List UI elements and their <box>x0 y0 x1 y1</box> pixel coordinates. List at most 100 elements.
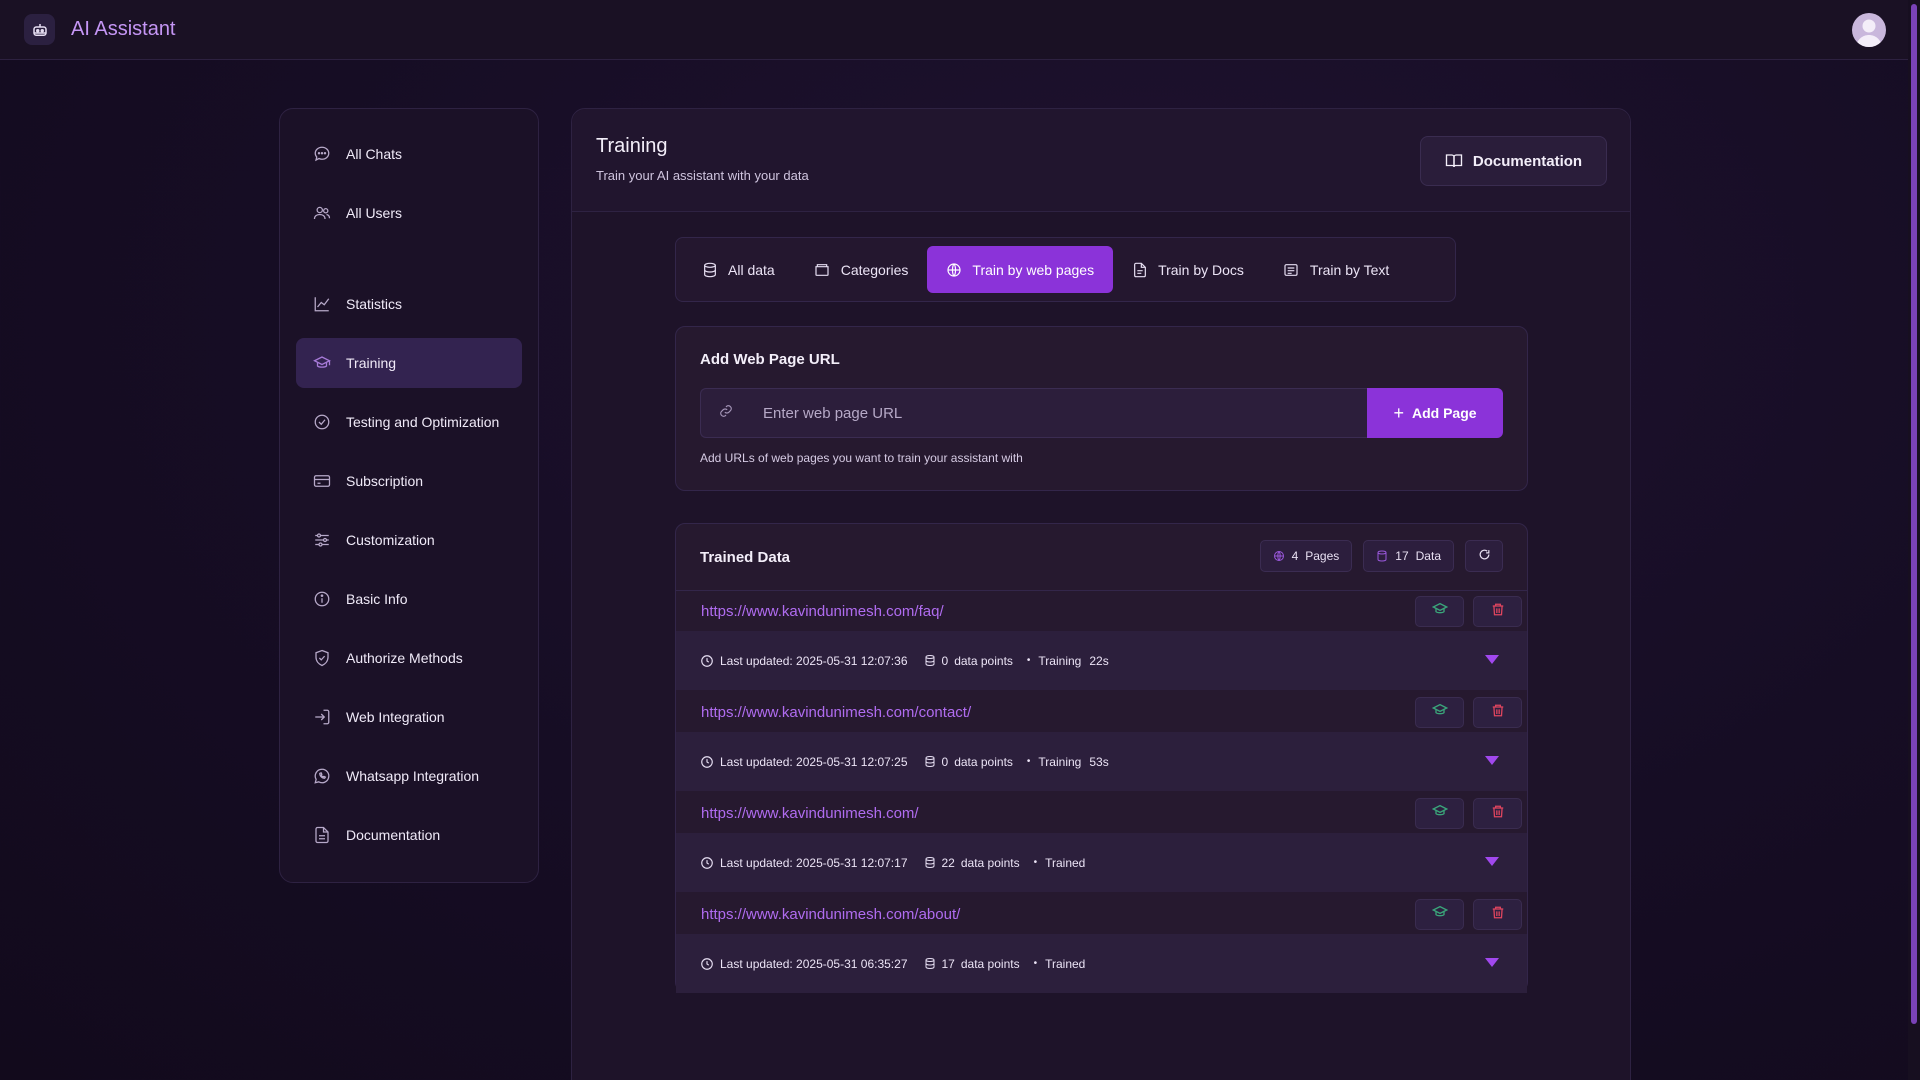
book-icon <box>1445 152 1463 170</box>
sidebar-item-authorize-methods[interactable]: Authorize Methods <box>296 633 522 683</box>
tab-categories[interactable]: Categories <box>794 246 928 293</box>
shield-check-icon <box>312 648 332 668</box>
globe-icon <box>946 262 962 278</box>
data-points-label: data points <box>960 855 1020 870</box>
data-count: 17 <box>1395 549 1409 563</box>
entry-header: https://www.kavindunimesh.com/faq/ <box>676 591 1527 631</box>
page-scrollbar[interactable] <box>1908 0 1920 1080</box>
chevron-down-icon[interactable] <box>1485 756 1499 765</box>
chevron-down-icon[interactable] <box>1485 857 1499 866</box>
delete-button[interactable] <box>1473 899 1522 930</box>
database-icon <box>702 262 718 278</box>
tab-train-by-docs[interactable]: Train by Docs <box>1113 246 1263 293</box>
retrain-button[interactable] <box>1415 697 1464 728</box>
sidebar-item-subscription[interactable]: Subscription <box>296 456 522 506</box>
entry-actions <box>1415 899 1522 930</box>
tab-all-data[interactable]: All data <box>683 246 794 293</box>
status-badge: Trained <box>1045 855 1086 870</box>
text-icon <box>1282 262 1300 278</box>
delete-button[interactable] <box>1473 596 1522 627</box>
url-input[interactable] <box>763 404 1367 422</box>
status-badge: Training <box>1038 653 1082 668</box>
url-input-wrapper <box>700 388 1367 438</box>
database-icon <box>924 856 936 869</box>
scrollbar-thumb[interactable] <box>1911 4 1917 1024</box>
entry-header: https://www.kavindunimesh.com/ <box>676 793 1527 833</box>
sidebar-item-training[interactable]: Training <box>296 338 522 388</box>
trash-icon <box>1491 703 1505 723</box>
sidebar-item-all-chats[interactable]: All Chats <box>296 129 522 179</box>
tab-label: Train by Text <box>1309 261 1390 278</box>
retrain-button[interactable] <box>1415 596 1464 627</box>
sidebar-item-label: Subscription <box>346 473 424 489</box>
retrain-button[interactable] <box>1415 899 1464 930</box>
whatsapp-icon <box>312 766 332 786</box>
pages-count: 4 <box>1291 549 1299 563</box>
panel-header: Training Train your AI assistant with yo… <box>572 109 1630 212</box>
sidebar-item-all-users[interactable]: All Users <box>296 188 522 238</box>
sidebar-item-label: Authorize Methods <box>346 650 463 666</box>
entry-header: https://www.kavindunimesh.com/contact/ <box>676 692 1527 732</box>
entry-meta: Last updated: 2025-05-31 06:35:27 17 dat… <box>676 934 1527 993</box>
page-url-link[interactable]: https://www.kavindunimesh.com/about/ <box>701 906 960 923</box>
training-elapsed: 22s <box>1089 653 1109 668</box>
tab-train-by-web-pages[interactable]: Train by web pages <box>927 246 1114 293</box>
user-avatar[interactable] <box>1852 13 1886 47</box>
robot-logo-icon[interactable] <box>24 14 55 45</box>
data-label: Data <box>1415 549 1441 563</box>
last-updated: Last updated: 2025-05-31 12:07:36 <box>720 653 908 668</box>
refresh-button[interactable] <box>1465 540 1503 572</box>
page-url-link[interactable]: https://www.kavindunimesh.com/contact/ <box>701 704 971 721</box>
refresh-icon <box>1478 548 1491 564</box>
entry-actions <box>1415 596 1522 627</box>
sidebar-item-label: Customization <box>346 532 435 548</box>
sidebar-item-web-integration[interactable]: Web Integration <box>296 692 522 742</box>
documentation-button-label: Documentation <box>1472 152 1583 170</box>
chevron-down-icon[interactable] <box>1485 655 1499 664</box>
users-icon <box>312 203 332 223</box>
database-icon <box>924 654 936 667</box>
training-panel: Training Train your AI assistant with yo… <box>571 108 1631 1080</box>
tab-train-by-text[interactable]: Train by Text <box>1263 246 1408 293</box>
retrain-button[interactable] <box>1415 798 1464 829</box>
delete-button[interactable] <box>1473 798 1522 829</box>
data-points-label: data points <box>954 754 1013 769</box>
separator-dot: • <box>1026 756 1031 767</box>
sidebar-item-label: Whatsapp Integration <box>346 768 480 784</box>
clock-icon <box>700 856 714 870</box>
status-badge: Trained <box>1045 956 1086 971</box>
sidebar-item-customization[interactable]: Customization <box>296 515 522 565</box>
sidebar-item-statistics[interactable]: Statistics <box>296 279 522 329</box>
page-url-link[interactable]: https://www.kavindunimesh.com/ <box>701 805 919 822</box>
trained-stats: 4 Pages 17 Data <box>1259 540 1503 572</box>
credit-card-icon <box>312 471 332 491</box>
list-item: https://www.kavindunimesh.com/about/ Las… <box>676 894 1527 995</box>
add-page-button[interactable]: + Add Page <box>1367 388 1503 438</box>
data-points-count: 22 <box>941 855 955 870</box>
sidebar-item-testing[interactable]: Testing and Optimization <box>296 397 522 447</box>
sidebar-item-label: Web Integration <box>346 709 445 725</box>
tab-label: Train by Docs <box>1158 261 1244 278</box>
graduation-cap-icon <box>1431 601 1448 622</box>
separator-dot: • <box>1033 857 1038 868</box>
delete-button[interactable] <box>1473 697 1522 728</box>
data-points-count: 0 <box>941 653 949 668</box>
sidebar-item-basic-info[interactable]: Basic Info <box>296 574 522 624</box>
add-page-label: Add Page <box>1411 405 1477 421</box>
status-badge: Training <box>1038 754 1082 769</box>
chat-icon <box>312 144 332 164</box>
list-item: https://www.kavindunimesh.com/faq/ Last … <box>676 591 1527 692</box>
page-url-link[interactable]: https://www.kavindunimesh.com/faq/ <box>701 603 944 620</box>
info-icon <box>312 589 332 609</box>
pages-label: Pages <box>1305 549 1340 563</box>
documentation-button[interactable]: Documentation <box>1420 136 1607 186</box>
training-elapsed: 53s <box>1089 754 1109 769</box>
training-tabs: All data Categories Train by web pages T… <box>675 237 1456 302</box>
add-url-card: Add Web Page URL + Add Page Add URLs of … <box>675 326 1528 491</box>
sidebar-item-documentation[interactable]: Documentation <box>296 810 522 860</box>
trash-icon <box>1491 804 1505 824</box>
clock-icon <box>700 957 714 971</box>
sidebar-item-whatsapp-integration[interactable]: Whatsapp Integration <box>296 751 522 801</box>
entry-meta: Last updated: 2025-05-31 12:07:17 22 dat… <box>676 833 1527 892</box>
chevron-down-icon[interactable] <box>1485 958 1499 967</box>
